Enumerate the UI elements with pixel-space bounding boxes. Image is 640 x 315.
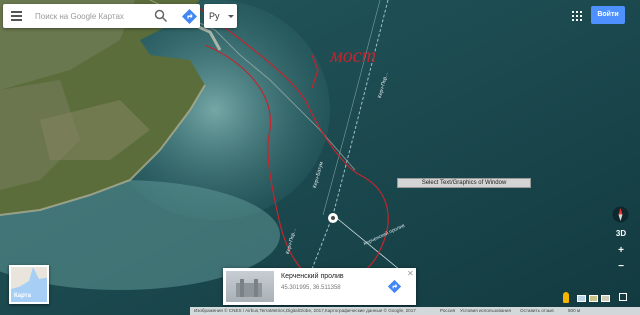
search-box xyxy=(3,4,200,28)
chevron-down-icon xyxy=(228,15,234,18)
zoom-in-button[interactable]: + xyxy=(614,245,628,256)
login-button[interactable]: Войти xyxy=(591,6,625,24)
directions-icon[interactable] xyxy=(387,279,402,294)
place-card[interactable]: Керченский пролив 45.301995, 36.511358 ✕ xyxy=(223,268,416,305)
fullscreen-icon[interactable] xyxy=(619,293,627,301)
terms-link[interactable]: Условия использования xyxy=(460,308,511,313)
place-coordinates: 45.301995, 36.511358 xyxy=(281,285,341,291)
map-type-label: Карта xyxy=(14,293,31,299)
menu-icon[interactable] xyxy=(11,11,22,21)
compass-icon[interactable] xyxy=(612,206,629,223)
tilt-3d-button[interactable]: 3D xyxy=(614,229,628,238)
scale-label: 500 м xyxy=(568,308,581,313)
context-menu-item[interactable]: Select Text/Graphics of Window xyxy=(397,178,531,188)
search-input[interactable] xyxy=(35,7,145,25)
map-type-switcher[interactable]: Карта xyxy=(9,265,49,304)
language-value: Ру xyxy=(209,11,220,21)
attribution-text: Изображения © CNES / Airbus,TerraMetrics… xyxy=(194,308,416,313)
pegman-icon[interactable] xyxy=(563,292,569,303)
layer-thumb-terrain[interactable] xyxy=(589,295,598,302)
feedback-link[interactable]: Оставить отзыв xyxy=(520,308,554,313)
place-thumbnail[interactable] xyxy=(226,271,274,302)
language-select[interactable]: Ру xyxy=(204,4,237,28)
annotation-text: мост xyxy=(329,45,376,67)
search-icon[interactable] xyxy=(153,8,169,24)
map-footer: Изображения © CNES / Airbus,TerraMetrics… xyxy=(190,307,640,315)
apps-grid-icon[interactable] xyxy=(572,11,582,21)
directions-icon[interactable] xyxy=(181,8,198,25)
layer-thumb-map[interactable] xyxy=(577,295,586,302)
layer-thumb-earth[interactable] xyxy=(601,295,610,302)
country-text: Россия xyxy=(440,308,456,313)
close-icon[interactable]: ✕ xyxy=(407,269,414,278)
place-name: Керченский пролив xyxy=(281,273,344,280)
zoom-out-button[interactable]: − xyxy=(614,261,628,272)
